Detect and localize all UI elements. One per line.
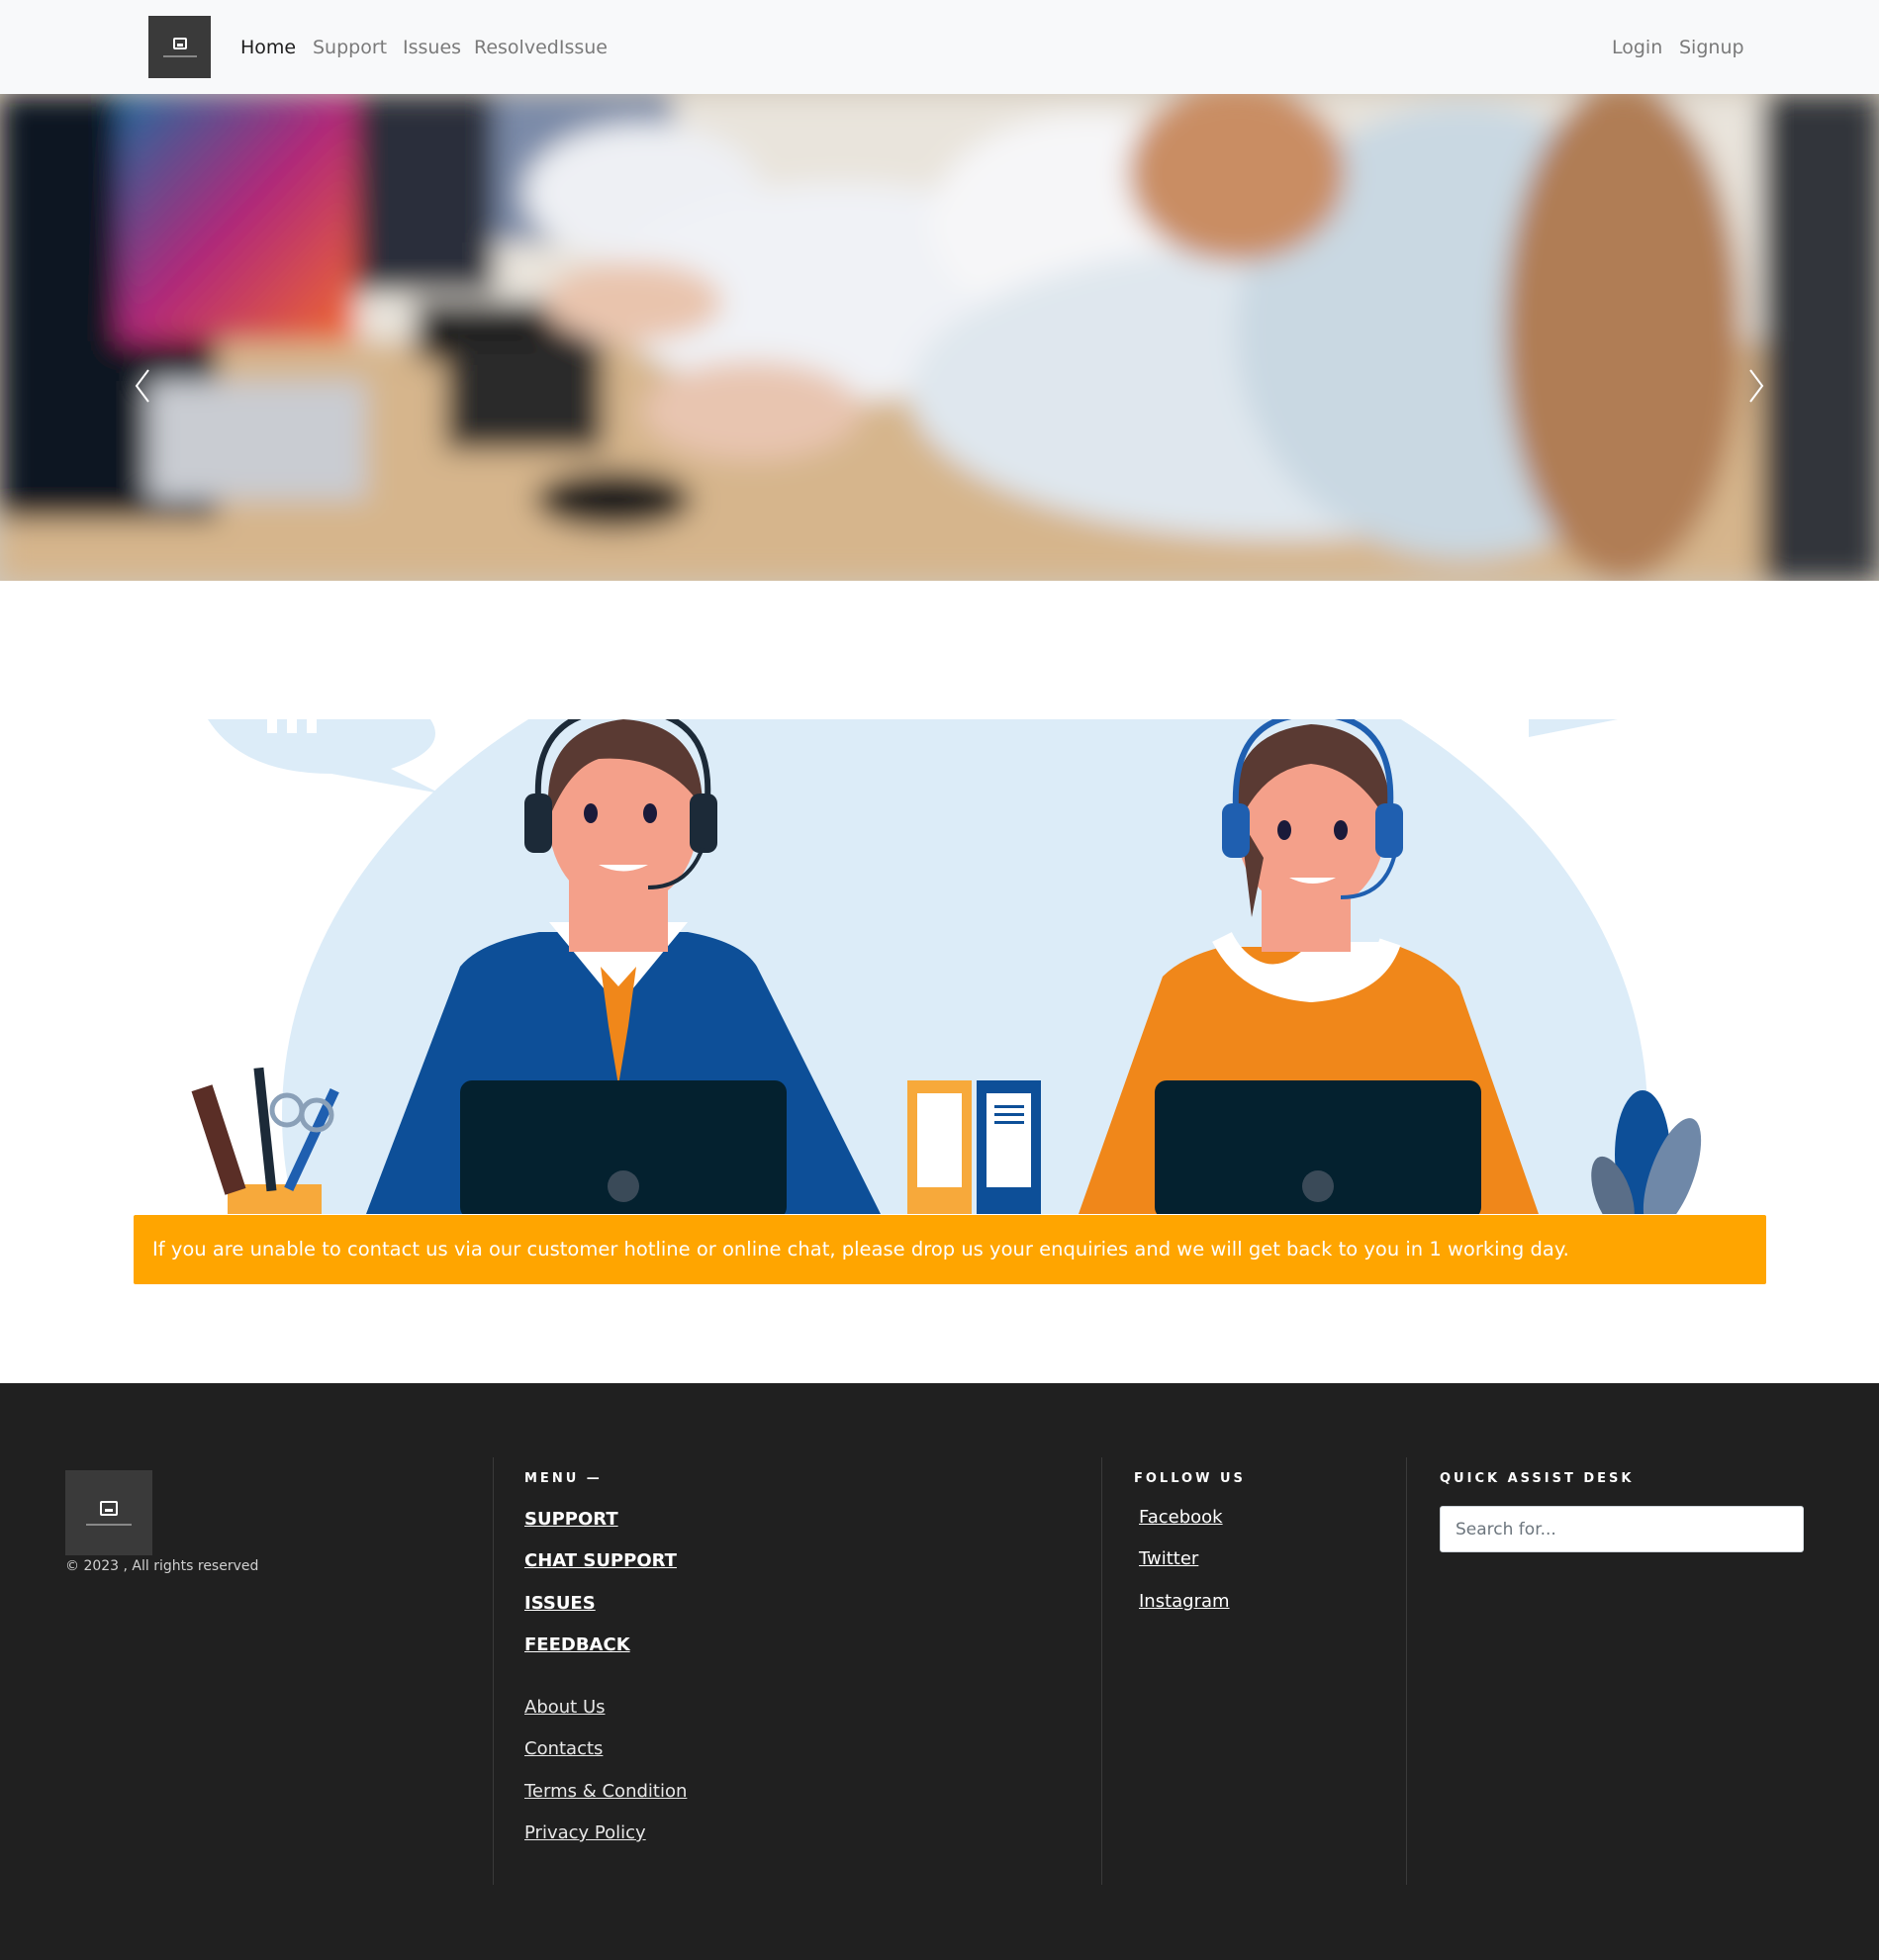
copyright: © 2023 , All rights reserved <box>65 1558 259 1574</box>
footer: © 2023 , All rights reserved MENU — SUPP… <box>0 1383 1879 1960</box>
footer-divider <box>1406 1457 1407 1885</box>
footer-link-chat-support[interactable]: CHAT SUPPORT <box>524 1550 677 1571</box>
footer-link-about-us[interactable]: About Us <box>524 1697 606 1718</box>
navbar: Home Support Issues ResolvedIssue Login … <box>0 0 1879 94</box>
nav-login[interactable]: Login <box>1612 37 1662 58</box>
footer-divider <box>493 1457 494 1885</box>
nav-resolved-issue[interactable]: ResolvedIssue <box>474 37 608 58</box>
nav-home[interactable]: Home <box>240 37 296 58</box>
image-placeholder-icon <box>100 1500 118 1516</box>
footer-link-issues[interactable]: ISSUES <box>524 1593 596 1614</box>
hero-carousel <box>0 94 1879 581</box>
carousel-next-button[interactable] <box>1740 366 1770 406</box>
footer-link-support[interactable]: SUPPORT <box>524 1509 618 1530</box>
chevron-right-icon <box>1749 369 1764 403</box>
nav-signup[interactable]: Signup <box>1679 37 1744 58</box>
carousel-prev-button[interactable] <box>129 366 158 406</box>
nav-support[interactable]: Support <box>313 37 387 58</box>
footer-link-terms[interactable]: Terms & Condition <box>524 1781 687 1802</box>
footer-link-twitter[interactable]: Twitter <box>1139 1548 1198 1569</box>
footer-link-feedback[interactable]: FEEDBACK <box>524 1634 630 1655</box>
quick-assist-title: QUICK ASSIST DESK <box>1440 1471 1635 1486</box>
footer-link-contacts[interactable]: Contacts <box>524 1738 603 1759</box>
nav-issues[interactable]: Issues <box>403 37 461 58</box>
menu-title: MENU — <box>524 1471 603 1486</box>
chevron-left-icon <box>135 369 149 403</box>
footer-link-privacy[interactable]: Privacy Policy <box>524 1822 646 1843</box>
search-input[interactable] <box>1440 1506 1804 1552</box>
footer-logo[interactable] <box>65 1470 152 1555</box>
image-placeholder-icon <box>172 37 187 49</box>
footer-link-instagram[interactable]: Instagram <box>1139 1591 1230 1612</box>
footer-divider <box>1101 1457 1102 1885</box>
hero-image <box>0 94 1879 581</box>
support-illustration <box>134 719 1766 1214</box>
footer-link-facebook[interactable]: Facebook <box>1139 1507 1223 1528</box>
follow-title: FOLLOW US <box>1134 1471 1246 1486</box>
brand-logo[interactable] <box>148 16 211 78</box>
enquiry-notice: If you are unable to contact us via our … <box>134 1215 1766 1284</box>
